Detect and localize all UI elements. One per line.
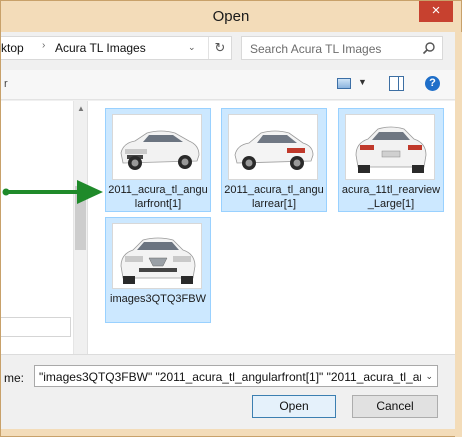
file-item[interactable]: acura_11tl_rearview_Large[1] <box>338 108 444 212</box>
file-name: images3QTQ3FBW <box>110 293 206 305</box>
navigation-pane-field[interactable] <box>1 317 71 337</box>
car-head-on-image <box>120 237 196 284</box>
toolbar-label-fragment[interactable]: r <box>4 78 8 90</box>
chevron-down-icon[interactable]: ⌄ <box>425 371 433 382</box>
breadcrumb-desktop[interactable]: ktop <box>1 41 24 55</box>
car-rear-image <box>234 130 314 170</box>
file-name: 2011_acura_tl_angularrear[1] <box>224 184 324 210</box>
open-button[interactable]: Open <box>252 395 336 418</box>
file-name-input[interactable]: "images3QTQ3FBW" "2011_acura_tl_angularf… <box>34 365 438 387</box>
title-bar[interactable]: Open × <box>1 1 461 32</box>
file-thumbnail <box>112 114 202 180</box>
close-button[interactable]: × <box>419 1 453 22</box>
view-options-dropdown-icon[interactable]: ▼ <box>358 77 367 87</box>
scroll-up-icon[interactable]: ▲ <box>77 104 85 113</box>
refresh-button[interactable]: ↻ <box>208 37 231 59</box>
file-thumbnail <box>345 114 435 180</box>
address-dropdown-icon[interactable]: ⌄ <box>188 42 196 53</box>
file-thumbnail <box>228 114 318 180</box>
open-dialog: Open × ktop › Acura TL Images ⌄ ↻ Search… <box>0 0 462 437</box>
car-rearview-image <box>355 126 427 173</box>
file-thumbnail <box>112 223 202 289</box>
file-name: acura_11tl_rearview_Large[1] <box>341 184 441 210</box>
navigation-pane[interactable] <box>1 101 73 354</box>
file-name: 2011_acura_tl_angularfront[1] <box>108 184 208 210</box>
toolbar: r ▼ ? <box>1 70 455 100</box>
help-icon[interactable]: ? <box>425 76 440 91</box>
address-bar[interactable]: ktop › Acura TL Images ⌄ ↻ <box>1 36 232 60</box>
file-list[interactable]: 2011_acura_tl_angularfront[1] 2011_acura… <box>88 101 455 354</box>
cancel-button[interactable]: Cancel <box>352 395 438 418</box>
file-name-value[interactable]: "images3QTQ3FBW" "2011_acura_tl_angularf… <box>39 370 421 384</box>
navigation-scrollbar[interactable]: ▲ <box>73 101 87 354</box>
change-view-icon[interactable] <box>337 78 351 89</box>
file-item[interactable]: 2011_acura_tl_angularrear[1] <box>221 108 327 212</box>
file-item[interactable]: 2011_acura_tl_angularfront[1] <box>105 108 211 212</box>
file-name-label: me: <box>4 371 25 385</box>
breadcrumb-acura-tl-images[interactable]: Acura TL Images <box>55 41 146 55</box>
dialog-footer: me: "images3QTQ3FBW" "2011_acura_tl_angu… <box>1 354 455 429</box>
dialog-body: ktop › Acura TL Images ⌄ ↻ Search Acura … <box>1 32 455 429</box>
file-item[interactable]: images3QTQ3FBW <box>105 217 211 323</box>
breadcrumb-separator-icon[interactable]: › <box>42 40 45 51</box>
window-title: Open <box>212 8 250 25</box>
car-front-image <box>120 130 200 170</box>
window-border <box>455 32 462 437</box>
preview-pane-icon[interactable] <box>389 76 404 91</box>
search-input[interactable]: Search Acura TL Images <box>241 36 443 60</box>
search-placeholder: Search Acura TL Images <box>250 42 382 56</box>
search-icon[interactable] <box>422 41 436 55</box>
green-arrow-annotation <box>2 180 103 204</box>
